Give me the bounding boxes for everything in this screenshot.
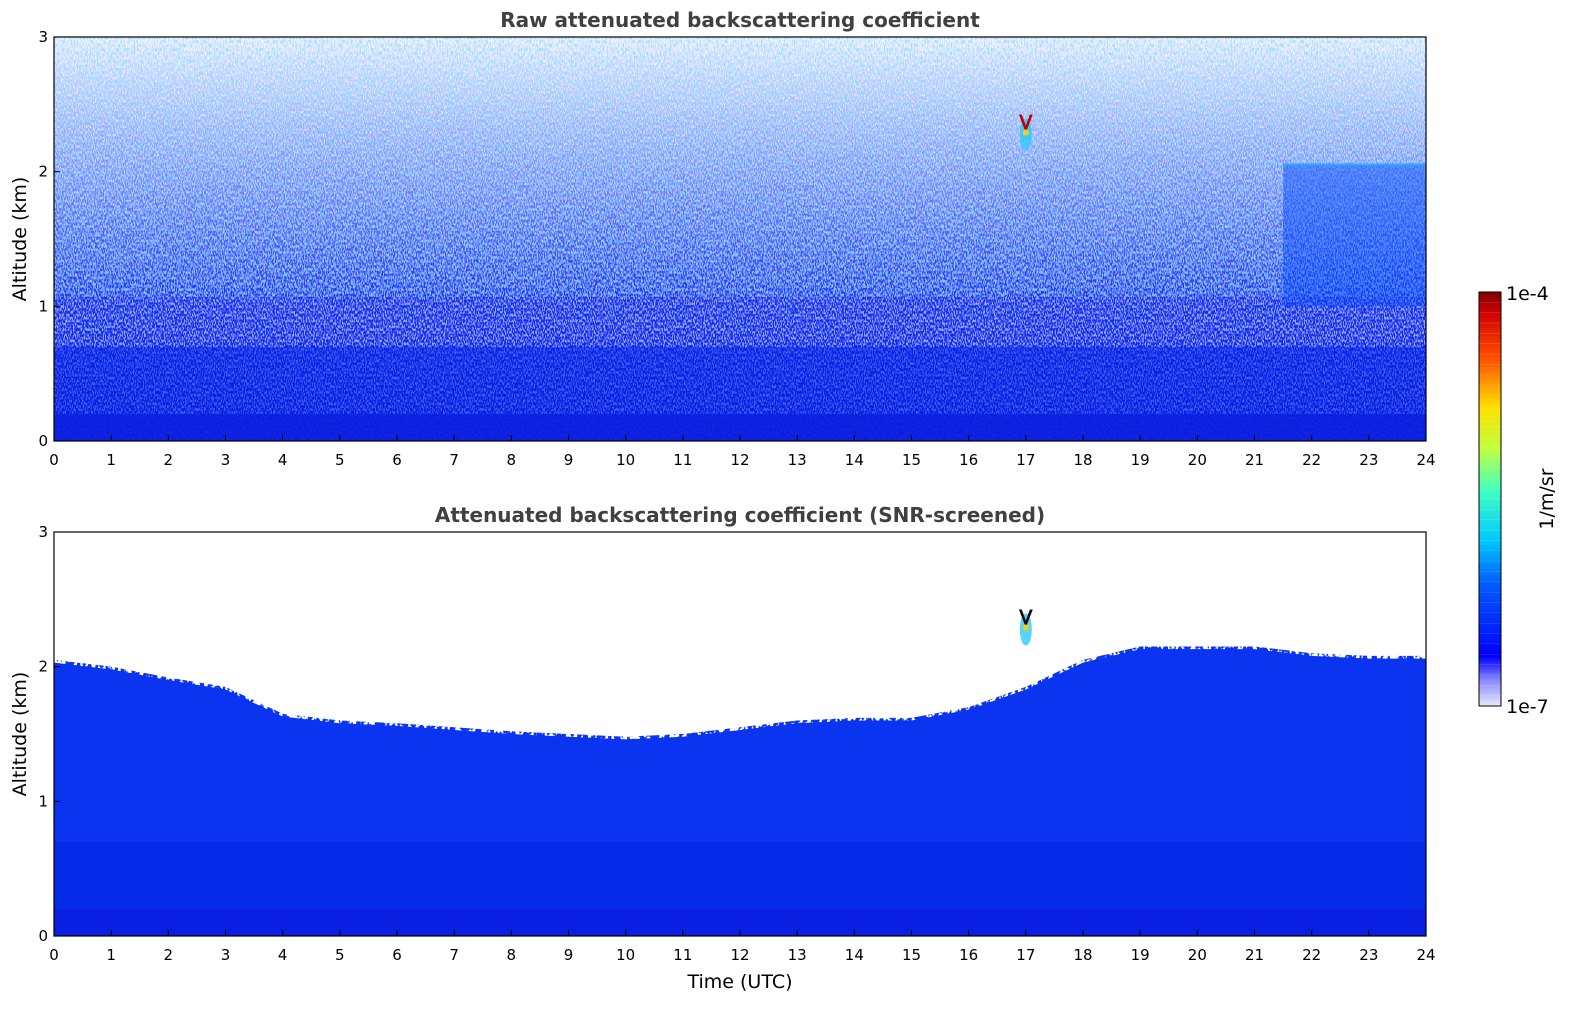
cloud-edge [1022, 624, 1029, 631]
colorbar-min-label: 1e-7 [1506, 696, 1549, 718]
top-heatmap [54, 37, 1426, 441]
x-tick-label: 4 [278, 451, 288, 469]
x-tick-label: 14 [845, 451, 864, 469]
x-tick-label: 20 [1188, 946, 1207, 964]
x-tick-label: 24 [1416, 451, 1435, 469]
y-tick-label: 2 [38, 163, 48, 181]
y-tick-label: 3 [38, 28, 48, 46]
x-tick-label: 22 [1302, 451, 1321, 469]
x-tick-label: 0 [49, 451, 59, 469]
x-tick-label: 23 [1359, 451, 1378, 469]
x-tick-label: 13 [788, 946, 807, 964]
x-tick-label: 1 [106, 451, 116, 469]
x-tick-label: 3 [221, 451, 231, 469]
cloud-edge [1022, 129, 1029, 136]
x-tick-label: 9 [564, 946, 574, 964]
x-tick-label: 9 [564, 451, 574, 469]
x-tick-label: 19 [1131, 451, 1150, 469]
y-tick-label: 0 [38, 432, 48, 450]
y-tick-label: 1 [38, 792, 48, 810]
x-tick-label: 5 [335, 946, 345, 964]
bottom-y-axis-label: Altitude (km) [9, 672, 31, 797]
x-tick-label: 2 [164, 451, 174, 469]
x-tick-label: 13 [788, 451, 807, 469]
x-tick-label: 8 [507, 946, 517, 964]
x-tick-label: 16 [959, 946, 978, 964]
y-tick-label: 2 [38, 658, 48, 676]
x-tick-label: 20 [1188, 451, 1207, 469]
x-tick-label: 11 [673, 451, 692, 469]
bottom-heatmap [54, 532, 1426, 936]
colorbar-unit-label: 1/m/sr [1536, 468, 1558, 529]
top-y-axis-label: Altitude (km) [9, 177, 31, 302]
y-tick-label: 1 [38, 297, 48, 315]
bottom-x-axis-label: Time (UTC) [686, 971, 792, 993]
x-tick-label: 8 [507, 451, 517, 469]
x-tick-label: 6 [392, 451, 402, 469]
figure: Raw attenuated backscattering coefficien… [9, 8, 1558, 993]
x-tick-label: 14 [845, 946, 864, 964]
x-tick-label: 10 [616, 946, 635, 964]
x-tick-label: 5 [335, 451, 345, 469]
x-tick-label: 21 [1245, 946, 1264, 964]
x-tick-label: 22 [1302, 946, 1321, 964]
y-tick-label: 0 [38, 927, 48, 945]
x-tick-label: 15 [902, 946, 921, 964]
x-tick-label: 24 [1416, 946, 1435, 964]
snr-screened-panel: Attenuated backscattering coefficient (S… [9, 503, 1436, 993]
top-panel-title: Raw attenuated backscattering coefficien… [500, 8, 980, 32]
x-tick-label: 1 [106, 946, 116, 964]
x-tick-label: 12 [730, 946, 749, 964]
x-tick-label: 2 [164, 946, 174, 964]
x-tick-label: 15 [902, 451, 921, 469]
x-tick-label: 10 [616, 451, 635, 469]
bottom-layer-features [54, 841, 1426, 936]
x-tick-label: 3 [221, 946, 231, 964]
x-tick-label: 23 [1359, 946, 1378, 964]
x-tick-label: 21 [1245, 451, 1264, 469]
raw-backscatter-panel: Raw attenuated backscattering coefficien… [9, 8, 1436, 469]
x-tick-label: 0 [49, 946, 59, 964]
x-tick-label: 16 [959, 451, 978, 469]
x-tick-label: 7 [449, 451, 459, 469]
top-noise-cyan [54, 37, 1426, 297]
x-tick-label: 12 [730, 451, 749, 469]
x-tick-label: 18 [1073, 451, 1092, 469]
x-tick-label: 18 [1073, 946, 1092, 964]
x-tick-label: 4 [278, 946, 288, 964]
colorbar: 1e-4 1e-7 1/m/sr [1478, 283, 1558, 718]
y-tick-label: 3 [38, 523, 48, 541]
x-tick-label: 17 [1016, 451, 1035, 469]
colorbar-max-label: 1e-4 [1506, 283, 1549, 305]
x-tick-label: 17 [1016, 946, 1035, 964]
aerosol-layer [1283, 164, 1426, 307]
x-tick-label: 19 [1131, 946, 1150, 964]
x-tick-label: 6 [392, 946, 402, 964]
x-tick-label: 7 [449, 946, 459, 964]
bottom-panel-title: Attenuated backscattering coefficient (S… [435, 503, 1045, 527]
x-tick-label: 11 [673, 946, 692, 964]
